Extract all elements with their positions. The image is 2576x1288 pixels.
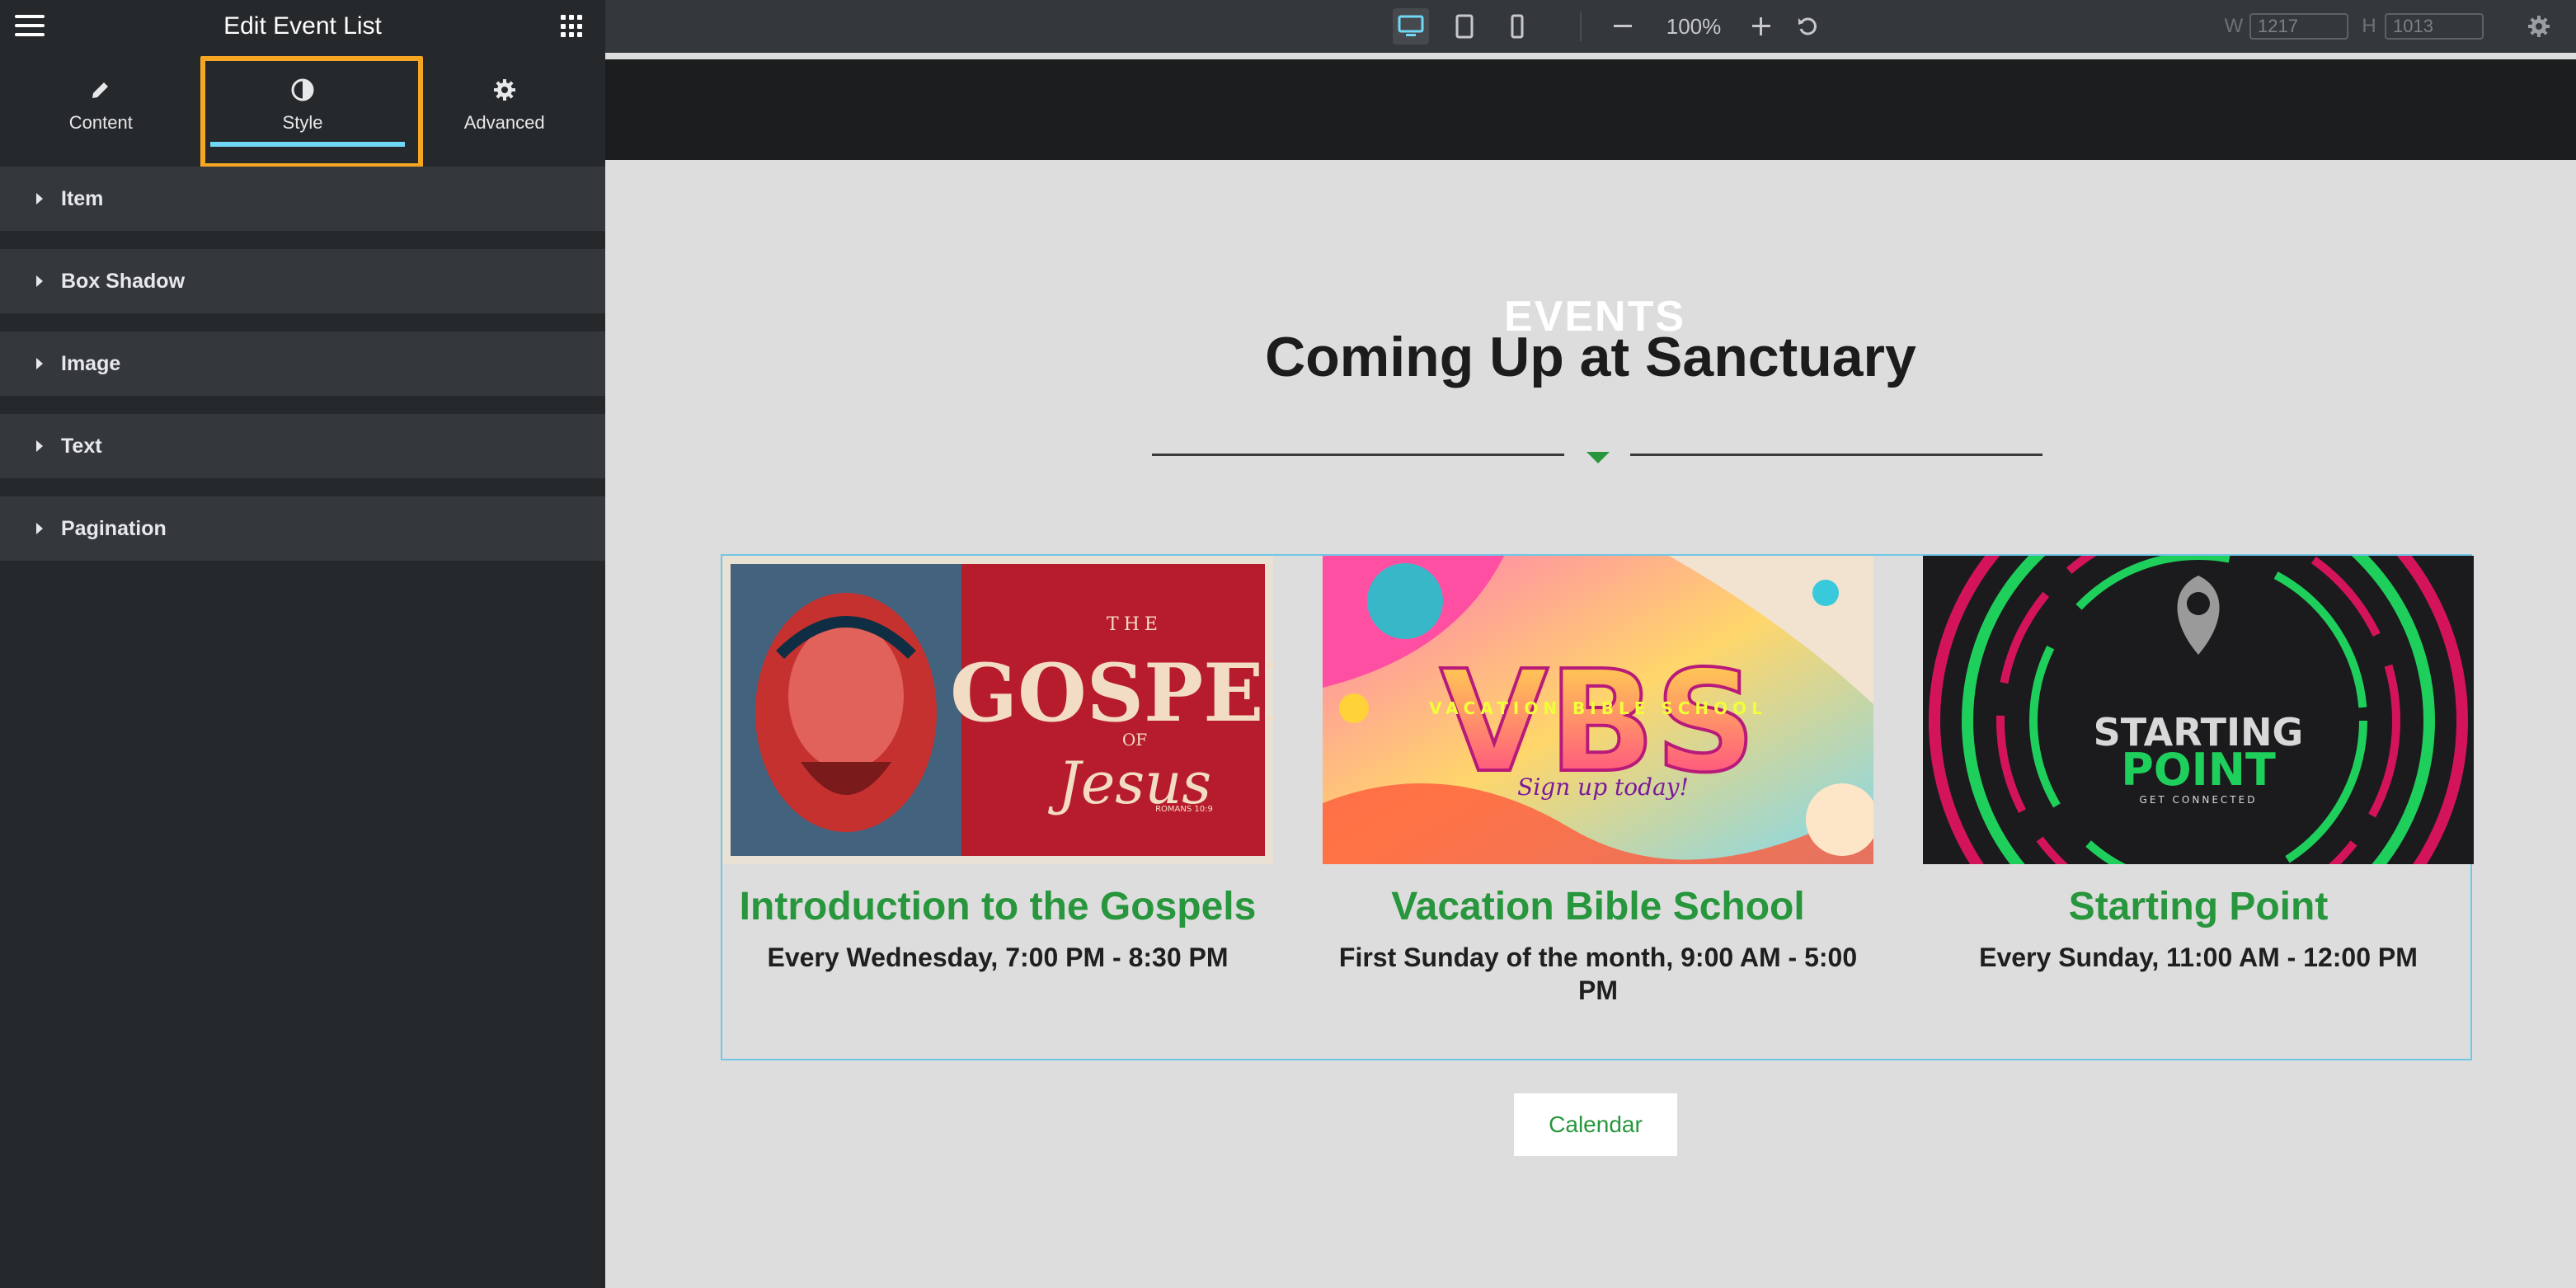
section-text[interactable]: Text [0, 414, 605, 478]
caret-right-icon [36, 275, 43, 287]
event-card[interactable]: VBS VACATION BIBLE SCHOOL Sign up today!… [1323, 556, 1873, 1007]
section-item[interactable]: Item [0, 167, 605, 231]
editor-panel: Edit Event List Content Style Advanced I… [0, 0, 605, 1288]
event-time: Every Sunday, 11:00 AM - 12:00 PM [1979, 942, 2418, 972]
event-title[interactable]: Vacation Bible School [1323, 884, 1873, 929]
event-card[interactable]: THE GOSPEL OF Jesus ROMANS 10:9 Introduc… [722, 556, 1273, 974]
section-box-shadow-label: Box Shadow [61, 269, 186, 293]
desktop-view-button[interactable] [1393, 8, 1429, 45]
event-time: Every Wednesday, 7:00 PM - 8:30 PM [767, 942, 1229, 972]
panel-header: Edit Event List [0, 0, 605, 53]
svg-text:Sign up today!: Sign up today! [1517, 773, 1689, 801]
svg-text:OF: OF [1122, 730, 1147, 750]
event-image-gospel[interactable]: THE GOSPEL OF Jesus ROMANS 10:9 [722, 556, 1273, 864]
gear-icon [2528, 16, 2550, 37]
desktop-icon [1398, 15, 1424, 36]
section-text-label: Text [61, 434, 102, 458]
caret-right-icon [36, 440, 43, 452]
tab-content[interactable]: Content [0, 58, 202, 152]
zoom-in-button[interactable] [1746, 0, 1776, 53]
section-image-label: Image [61, 351, 121, 375]
toolbar-divider [1580, 12, 1582, 41]
height-input[interactable]: 1013 [2385, 13, 2484, 40]
width-field-wrap: 1217 [2248, 0, 2350, 53]
section-heading: Coming Up at Sanctuary [1265, 326, 1916, 388]
event-list-widget[interactable]: THE GOSPEL OF Jesus ROMANS 10:9 Introduc… [721, 554, 2474, 1060]
caret-right-icon [36, 193, 43, 204]
style-tab-highlight [200, 56, 423, 168]
event-image-starting-point[interactable]: STARTING POINT GET CONNECTED [1923, 556, 2474, 864]
editor-app: Edit Event List Content Style Advanced I… [0, 0, 2576, 1288]
reset-zoom-button[interactable] [1793, 0, 1822, 53]
height-label: H [2362, 15, 2376, 37]
event-image-vbs[interactable]: VBS VACATION BIBLE SCHOOL Sign up today! [1323, 556, 1873, 864]
gear-icon [492, 76, 517, 104]
event-title[interactable]: Starting Point [1923, 884, 2474, 929]
calendar-button[interactable]: Calendar [1514, 1093, 1677, 1156]
svg-text:THE: THE [1107, 614, 1163, 635]
event-title[interactable]: Introduction to the Gospels [722, 884, 1273, 929]
tablet-view-button[interactable] [1446, 8, 1483, 45]
minus-icon [1614, 25, 1632, 27]
section-pagination[interactable]: Pagination [0, 496, 605, 561]
divider-arrow-icon [1586, 452, 1610, 463]
hamburger-menu-icon[interactable] [15, 15, 45, 38]
width-label: W [2224, 15, 2244, 37]
svg-text:POINT: POINT [2121, 744, 2276, 796]
pencil-icon [90, 76, 111, 104]
tab-advanced[interactable]: Advanced [403, 58, 605, 152]
width-input[interactable]: 1217 [2249, 13, 2348, 40]
caret-right-icon [36, 523, 43, 534]
mobile-icon [1511, 14, 1524, 39]
reset-icon [1798, 17, 1817, 35]
zoom-level: 100% [1666, 13, 1722, 39]
responsive-toolbar: 100% W 1217 H 1013 [605, 0, 2576, 53]
tab-content-label: Content [68, 112, 133, 133]
section-pagination-label: Pagination [61, 516, 167, 540]
site-header-strip [605, 59, 2576, 160]
panel-title: Edit Event List [223, 12, 382, 40]
toolbar-settings-button[interactable] [2518, 0, 2560, 53]
zoom-out-button[interactable] [1608, 0, 1638, 53]
tab-advanced-label: Advanced [463, 112, 545, 133]
svg-text:GOSPEL: GOSPEL [950, 646, 1273, 740]
svg-text:GET CONNECTED: GET CONNECTED [2140, 794, 2258, 806]
preview-canvas: EVENTS Coming Up at Sanctuary THE GOSPE … [605, 53, 2576, 1288]
plus-icon [1752, 17, 1770, 35]
height-field-wrap: 1013 [2383, 0, 2485, 53]
svg-text:VACATION BIBLE SCHOOL: VACATION BIBLE SCHOOL [1429, 698, 1767, 718]
section-item-label: Item [61, 186, 104, 210]
divider-line-right [1630, 454, 2042, 456]
svg-text:ROMANS 10:9: ROMANS 10:9 [1155, 805, 1213, 814]
section-box-shadow[interactable]: Box Shadow [0, 249, 605, 313]
divider-line-left [1152, 454, 1564, 456]
widgets-grid-icon[interactable] [561, 15, 584, 38]
event-time: First Sunday of the month, 9:00 AM - 5:0… [1338, 942, 1858, 1005]
caret-right-icon [36, 358, 43, 369]
tablet-icon [1455, 14, 1474, 39]
section-image[interactable]: Image [0, 331, 605, 396]
event-card[interactable]: STARTING POINT GET CONNECTED Starting Po… [1923, 556, 2474, 974]
mobile-view-button[interactable] [1499, 8, 1535, 45]
